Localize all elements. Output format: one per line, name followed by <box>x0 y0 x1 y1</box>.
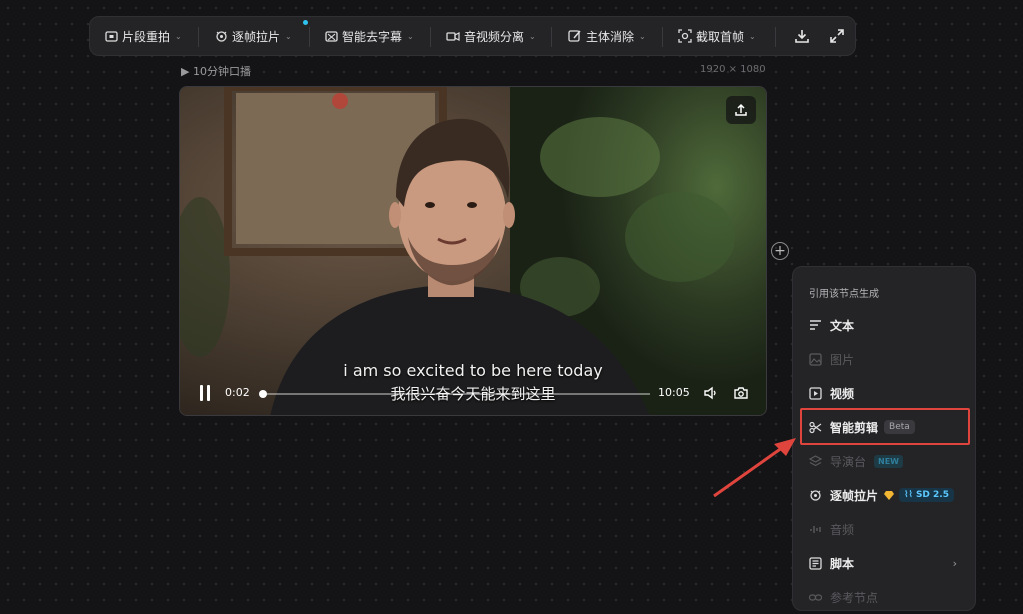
menu-heading: 引用该节点生成 <box>809 289 879 300</box>
menu-item-text[interactable]: 文本 <box>793 308 975 342</box>
model-badge: ⌇⌇ SD 2.5 <box>899 488 954 502</box>
new-indicator-dot <box>303 20 308 25</box>
menu-item-label: 逐帧拉片 <box>830 488 879 503</box>
chevron-down-icon: ⌄ <box>529 31 536 41</box>
chevron-down-icon: ⌄ <box>749 31 756 41</box>
video-controls: 0:02 10:05 <box>180 381 766 407</box>
divider <box>551 27 552 47</box>
video-player[interactable]: i am so excited to be here today 我很兴奋今天能… <box>179 86 767 416</box>
toolbar-subject-erase[interactable]: 主体消除 ⌄ <box>568 17 646 55</box>
menu-item-video[interactable]: 视频 <box>793 376 975 410</box>
divider <box>662 27 663 47</box>
fullscreen-button[interactable] <box>827 26 847 46</box>
text-icon <box>808 318 822 332</box>
divider <box>775 27 776 47</box>
script-icon <box>808 556 822 570</box>
menu-item-audio: 音频 <box>793 512 975 546</box>
image-icon <box>808 352 822 366</box>
chevron-down-icon: ⌄ <box>175 31 182 41</box>
menu-item-label: 参考节点 <box>830 590 879 605</box>
divider <box>309 27 310 47</box>
volume-button[interactable] <box>703 385 719 405</box>
subtitle-english: i am so excited to be here today <box>343 361 603 380</box>
toolbar-label: 智能去字幕 <box>342 29 403 44</box>
highlight-box <box>800 408 970 445</box>
chevron-down-icon: ⌄ <box>285 31 292 41</box>
frame-by-frame-icon <box>214 29 228 43</box>
divider <box>430 27 431 47</box>
audio-icon <box>808 522 822 536</box>
toolbar-label: 音视频分离 <box>464 29 525 44</box>
menu-item-label: 文本 <box>830 318 855 333</box>
seek-handle[interactable] <box>259 390 268 398</box>
model-icon: ⌇⌇ <box>904 490 916 500</box>
upload-icon <box>735 103 747 116</box>
video-icon <box>808 386 822 400</box>
divider <box>198 27 199 47</box>
toolbar-label: 截取首帧 <box>696 29 745 44</box>
av-separate-icon <box>446 29 460 43</box>
top-toolbar: 片段重拍 ⌄ 逐帧拉片 ⌄ 智能去字幕 ⌄ 音视频分离 ⌄ 主体消除 ⌄ 截取首帧 ⌄ <box>89 16 856 56</box>
capture-frame-icon <box>678 29 692 43</box>
frame-by-frame-icon <box>808 488 822 502</box>
screenshot-button[interactable] <box>733 385 749 405</box>
pause-icon[interactable] <box>198 385 212 401</box>
menu-item-label: 图片 <box>830 352 855 367</box>
volume-icon <box>704 386 716 400</box>
toolbar-remove-subtitle[interactable]: 智能去字幕 ⌄ <box>324 17 414 55</box>
menu-item-director: 导演台 NEW <box>793 444 975 478</box>
subject-erase-icon <box>568 29 582 43</box>
node-resolution: 1920 × 1080 <box>700 64 766 75</box>
toolbar-frame-by-frame[interactable]: 逐帧拉片 ⌄ <box>214 17 292 55</box>
toolbar-clip-redo[interactable]: 片段重拍 ⌄ <box>104 17 182 55</box>
fullscreen-icon <box>830 29 844 43</box>
menu-item-script[interactable]: 脚本 › <box>793 546 975 580</box>
add-node-button[interactable]: + <box>771 242 789 260</box>
menu-item-label: 导演台 <box>830 454 867 469</box>
menu-item-frame-by-frame[interactable]: 逐帧拉片 ⌇⌇ SD 2.5 <box>793 478 975 512</box>
download-button[interactable] <box>792 26 812 46</box>
upload-button[interactable] <box>726 96 756 124</box>
camera-icon <box>734 387 748 399</box>
link-icon <box>808 590 822 604</box>
duration: 10:05 <box>658 386 690 399</box>
remove-subtitle-icon <box>324 29 338 43</box>
node-title[interactable]: ▶ 10分钟口播 <box>181 63 251 79</box>
toolbar-label: 主体消除 <box>586 29 635 44</box>
toolbar-capture-frame[interactable]: 截取首帧 ⌄ <box>678 17 756 55</box>
layers-icon <box>808 454 822 468</box>
chevron-down-icon: ⌄ <box>407 31 414 41</box>
current-time: 0:02 <box>225 386 250 399</box>
seek-bar[interactable] <box>259 390 650 398</box>
clip-redo-icon <box>104 29 118 43</box>
plus-icon: + <box>774 243 786 259</box>
model-badge-label: SD 2.5 <box>915 490 949 500</box>
toolbar-av-separate[interactable]: 音视频分离 ⌄ <box>446 17 536 55</box>
menu-item-label: 视频 <box>830 386 855 401</box>
download-icon <box>795 30 809 43</box>
menu-item-label: 脚本 <box>830 556 855 571</box>
chevron-down-icon: ⌄ <box>639 31 646 41</box>
toolbar-label: 逐帧拉片 <box>232 29 281 44</box>
toolbar-label: 片段重拍 <box>122 29 171 44</box>
menu-item-image: 图片 <box>793 342 975 376</box>
menu-item-label: 音频 <box>830 522 855 537</box>
gem-icon <box>884 490 895 500</box>
chevron-right-icon: › <box>952 556 957 570</box>
new-badge: NEW <box>874 454 903 468</box>
